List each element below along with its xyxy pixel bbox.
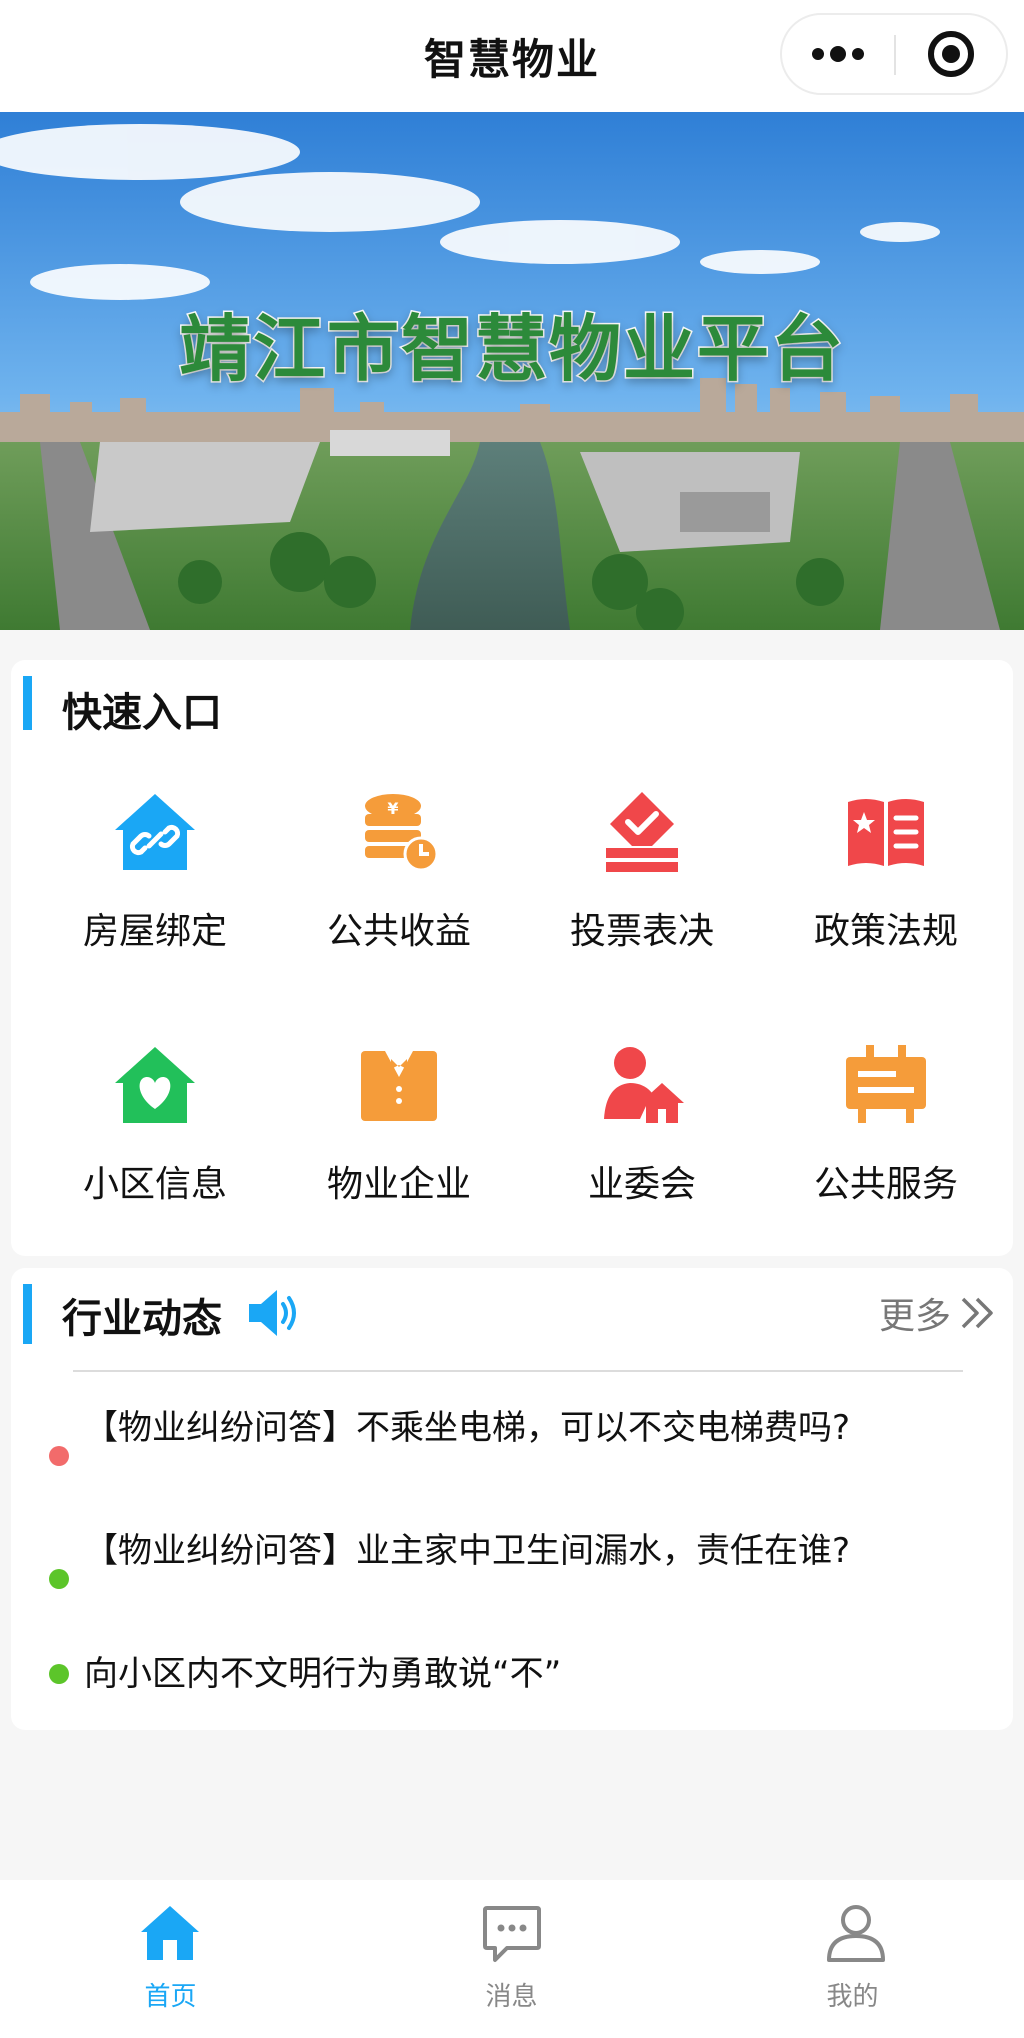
quick-entry-label: 小区信息 [82,1164,227,1205]
news-dot [49,1446,69,1466]
quick-entry-property-company[interactable]: 物业企业 [284,1043,514,1233]
suit-icon [361,1051,437,1121]
home-icon [141,1906,199,1960]
tab-label: 消息 [485,1982,538,2012]
section-accent-bar [23,1284,32,1344]
signboard-icon [846,1045,926,1123]
user-icon [827,1905,885,1962]
quick-entry-label: 业委会 [587,1164,696,1205]
quick-entry-house-binding[interactable]: 房屋绑定 [40,790,270,980]
news-dot [49,1569,69,1589]
mini-program-capsule [780,13,1008,95]
news-title: 【物业纠纷问答】业主家中卫生间漏水，责任在谁? [84,1531,851,1571]
house-link-icon [115,794,195,870]
banner-title: 靖江市智慧物业平台 [177,305,845,393]
tab-label: 我的 [826,1982,879,2012]
quick-entry-label: 政策法规 [813,911,958,952]
news-section-title: 行业动态 [62,1296,222,1342]
quick-entry-community-info[interactable]: 小区信息 [40,1043,270,1233]
book-icon [848,799,924,866]
news-item[interactable]: 【物业纠纷问答】业主家中卫生间漏水，责任在谁? [11,1523,1013,1635]
banner-image[interactable]: 靖江市智慧物业平台 [0,112,1024,630]
quick-entry-public-income[interactable]: ¥ 公共收益 [284,790,514,980]
speaker-icon [249,1290,296,1336]
svg-text:¥: ¥ [387,799,398,818]
quick-entry-label: 公共服务 [813,1164,958,1205]
news-item[interactable]: 向小区内不文明行为勇敢说“不” [11,1646,1013,1702]
news-divider [73,1370,963,1372]
house-heart-icon [115,1047,195,1123]
news-item[interactable]: 【物业纠纷问答】不乘坐电梯，可以不交电梯费吗? [11,1400,1013,1512]
news-title: 向小区内不文明行为勇敢说“不” [84,1654,562,1694]
tab-profile[interactable]: 我的 [682,1880,1023,2038]
person-house-icon [604,1047,684,1123]
quick-entry-card: 快速入口 房屋绑定 ¥ 公共收益 投票表决 政策法规 小区信息 物业企业 业委会… [11,660,1013,1256]
news-title: 【物业纠纷问答】不乘坐电梯，可以不交电梯费吗? [84,1408,851,1448]
more-label: 更多 [878,1296,951,1337]
coins-icon: ¥ [365,794,439,872]
tab-messages[interactable]: 消息 [341,1880,682,2038]
quick-entry-label: 投票表决 [569,911,714,952]
top-navigation-bar: 智慧物业 [0,0,1024,112]
quick-entry-policy[interactable]: 政策法规 [771,790,1001,980]
quick-entry-voting[interactable]: 投票表决 [527,790,757,980]
tab-label: 首页 [144,1982,197,2012]
more-dots-icon[interactable] [782,15,894,93]
quick-entry-owners-committee[interactable]: 业委会 [527,1043,757,1233]
target-icon[interactable] [928,31,974,77]
news-more-link[interactable]: 更多 [879,1288,997,1338]
news-dot [49,1664,69,1684]
quick-entry-label: 房屋绑定 [82,911,227,952]
quick-entry-grid: 房屋绑定 ¥ 公共收益 投票表决 政策法规 小区信息 物业企业 业委会 公共服务 [11,660,1013,1256]
quick-entry-public-service[interactable]: 公共服务 [771,1043,1001,1233]
quick-entry-label: 公共收益 [326,911,471,952]
quick-entry-label: 物业企业 [326,1164,471,1205]
industry-news-card: 行业动态 更多 【物业纠纷问答】不乘坐电梯，可以不交电梯费吗? 【物业纠纷问答】… [11,1268,1013,1730]
message-icon [483,1906,541,1962]
double-chevron-right-icon [961,1297,993,1329]
ballot-icon [606,792,678,872]
bottom-tab-bar: 首页 消息 我的 [0,1880,1024,2038]
capsule-divider [894,35,896,75]
tab-home[interactable]: 首页 [0,1880,341,2038]
